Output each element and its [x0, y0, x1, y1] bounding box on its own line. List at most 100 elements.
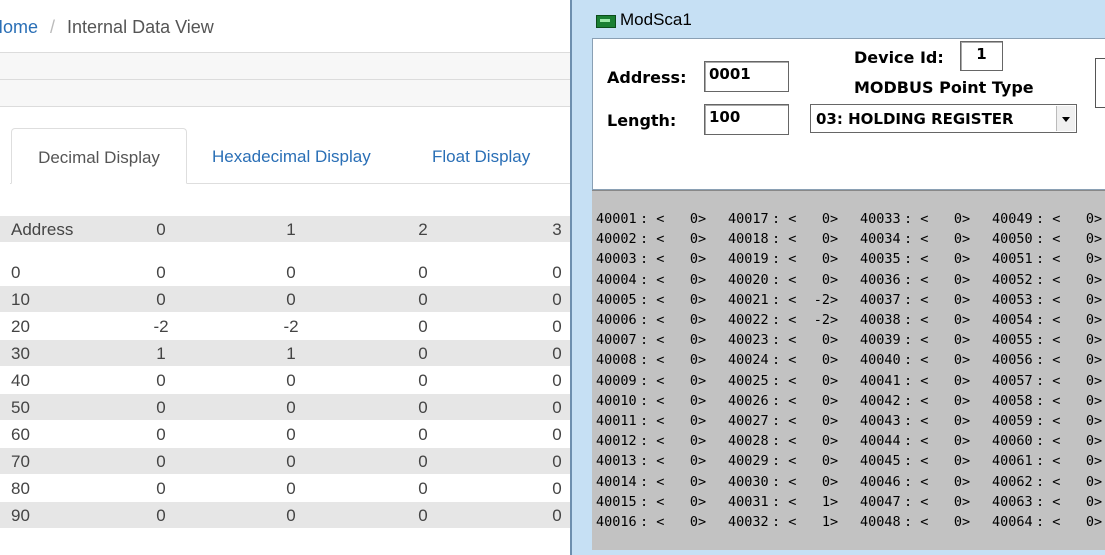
point-type-select[interactable]: 03: HOLDING REGISTER	[810, 104, 1077, 133]
register-address: 40040	[860, 352, 901, 369]
register-address: 40041	[860, 372, 901, 389]
register-bracket: >	[962, 251, 971, 268]
point-type-label: MODBUS Point Type	[854, 78, 1034, 97]
register-address: 40013	[596, 453, 637, 470]
register-separator: : <	[772, 291, 797, 308]
table-row: 90 0 0 0 0	[0, 502, 570, 528]
register-value: 0	[953, 514, 962, 530]
register-value: 0	[953, 291, 962, 308]
register-value: 0	[1085, 514, 1094, 530]
table-cell: 0	[156, 398, 166, 417]
register-bracket: >	[1094, 372, 1103, 389]
register-value: 0	[1085, 312, 1094, 328]
register-separator: : <	[640, 453, 665, 470]
table-cell: -2	[283, 317, 299, 336]
register-value: 1	[821, 514, 830, 530]
toolbar-band	[0, 53, 570, 79]
register-separator: : <	[904, 372, 929, 389]
register-address: 40027	[728, 413, 769, 429]
register-address: 40060	[992, 433, 1033, 450]
register-address: 40011	[596, 413, 637, 429]
breadcrumb-home-link[interactable]: Home	[0, 17, 38, 37]
register-address: 40033	[860, 211, 901, 227]
register-bracket: >	[1094, 413, 1103, 429]
register-value: 0	[689, 352, 698, 369]
register-bracket: >	[698, 493, 707, 510]
register-value: 0	[821, 433, 830, 450]
register-address: 40023	[728, 332, 769, 349]
register-separator: : <	[640, 514, 665, 530]
register-value: 0	[1085, 211, 1094, 227]
register-address: 40036	[860, 271, 901, 288]
length-field[interactable]: 100	[704, 104, 789, 135]
register-bracket: >	[830, 493, 839, 510]
register-bracket: >	[1094, 392, 1103, 409]
table-row: 0 0 0 0 0	[0, 259, 570, 285]
modscan-window: ModSca1 Address: 0001 Length: 100 Device…	[570, 0, 1105, 555]
address-field[interactable]: 0001	[704, 61, 789, 92]
register-separator: : <	[1036, 231, 1061, 248]
register-separator: : <	[904, 514, 929, 530]
register-address: 40001	[596, 211, 637, 227]
register-separator: : <	[772, 493, 797, 510]
register-separator: : <	[772, 332, 797, 349]
register-value: 0	[953, 352, 962, 369]
table-cell: 0	[552, 344, 562, 363]
register-address: 40044	[860, 433, 901, 450]
register-row: 40012: <0 >40028: <0 >40044: <0 >40060: <0 >	[592, 431, 1105, 451]
register-address: 40046	[860, 473, 901, 490]
toolbar-band	[0, 80, 570, 106]
device-id-field[interactable]: 1	[960, 41, 1003, 71]
breadcrumb: Home / Internal Data View	[0, 17, 214, 38]
register-separator: : <	[1036, 433, 1061, 450]
register-separator: : <	[640, 291, 665, 308]
register-row: 40008: <0 >40024: <0 >40040: <0 >40056: <0 >	[592, 350, 1105, 370]
table-cell: 90	[11, 506, 30, 525]
register-value: 0	[1085, 372, 1094, 389]
register-separator: : <	[772, 413, 797, 429]
register-value: 0	[821, 453, 830, 470]
register-address: 40024	[728, 352, 769, 369]
register-bracket: >	[698, 291, 707, 308]
window-titlebar[interactable]: ModSca1	[572, 0, 1105, 38]
register-address: 40004	[596, 271, 637, 288]
side-button[interactable]	[1095, 58, 1105, 108]
register-separator: : <	[772, 312, 797, 328]
register-address: 40006	[596, 312, 637, 328]
point-type-value: 03: HOLDING REGISTER	[816, 110, 1014, 128]
register-address: 40015	[596, 493, 637, 510]
table-cell: 40	[11, 371, 30, 390]
register-separator: : <	[640, 231, 665, 248]
register-bracket: >	[1094, 332, 1103, 349]
register-separator: : <	[904, 211, 929, 227]
register-value: 0	[821, 473, 830, 490]
register-separator: : <	[1036, 473, 1061, 490]
table-cell: 0	[552, 452, 562, 471]
register-address: 40063	[992, 493, 1033, 510]
register-value: 0	[953, 231, 962, 248]
register-address: 40007	[596, 332, 637, 349]
register-value: 0	[689, 413, 698, 429]
tab-decimal-display[interactable]: Decimal Display	[11, 128, 187, 184]
register-separator: : <	[904, 312, 929, 328]
register-separator: : <	[640, 251, 665, 268]
register-value: 0	[689, 251, 698, 268]
register-bracket: >	[962, 514, 971, 530]
register-address: 40045	[860, 453, 901, 470]
tab-float-display[interactable]: Float Display	[432, 128, 530, 184]
register-row: 40014: <0 >40030: <0 >40046: <0 >40062: <0 >	[592, 472, 1105, 492]
register-bracket: >	[698, 392, 707, 409]
register-address: 40039	[860, 332, 901, 349]
breadcrumb-separator: /	[50, 17, 56, 37]
register-address: 40057	[992, 372, 1033, 389]
register-separator: : <	[1036, 291, 1061, 308]
register-row: 40013: <0 >40029: <0 >40045: <0 >40061: <0 >	[592, 451, 1105, 471]
chevron-down-icon[interactable]	[1056, 106, 1075, 131]
register-row: 40001: <0 >40017: <0 >40033: <0 >40049: <0 >	[592, 209, 1105, 229]
register-address: 40009	[596, 372, 637, 389]
register-value: 0	[689, 473, 698, 490]
tab-hexadecimal-display[interactable]: Hexadecimal Display	[212, 128, 371, 184]
table-cell: 0	[552, 371, 562, 390]
register-bracket: >	[962, 312, 971, 328]
register-address: 40020	[728, 271, 769, 288]
